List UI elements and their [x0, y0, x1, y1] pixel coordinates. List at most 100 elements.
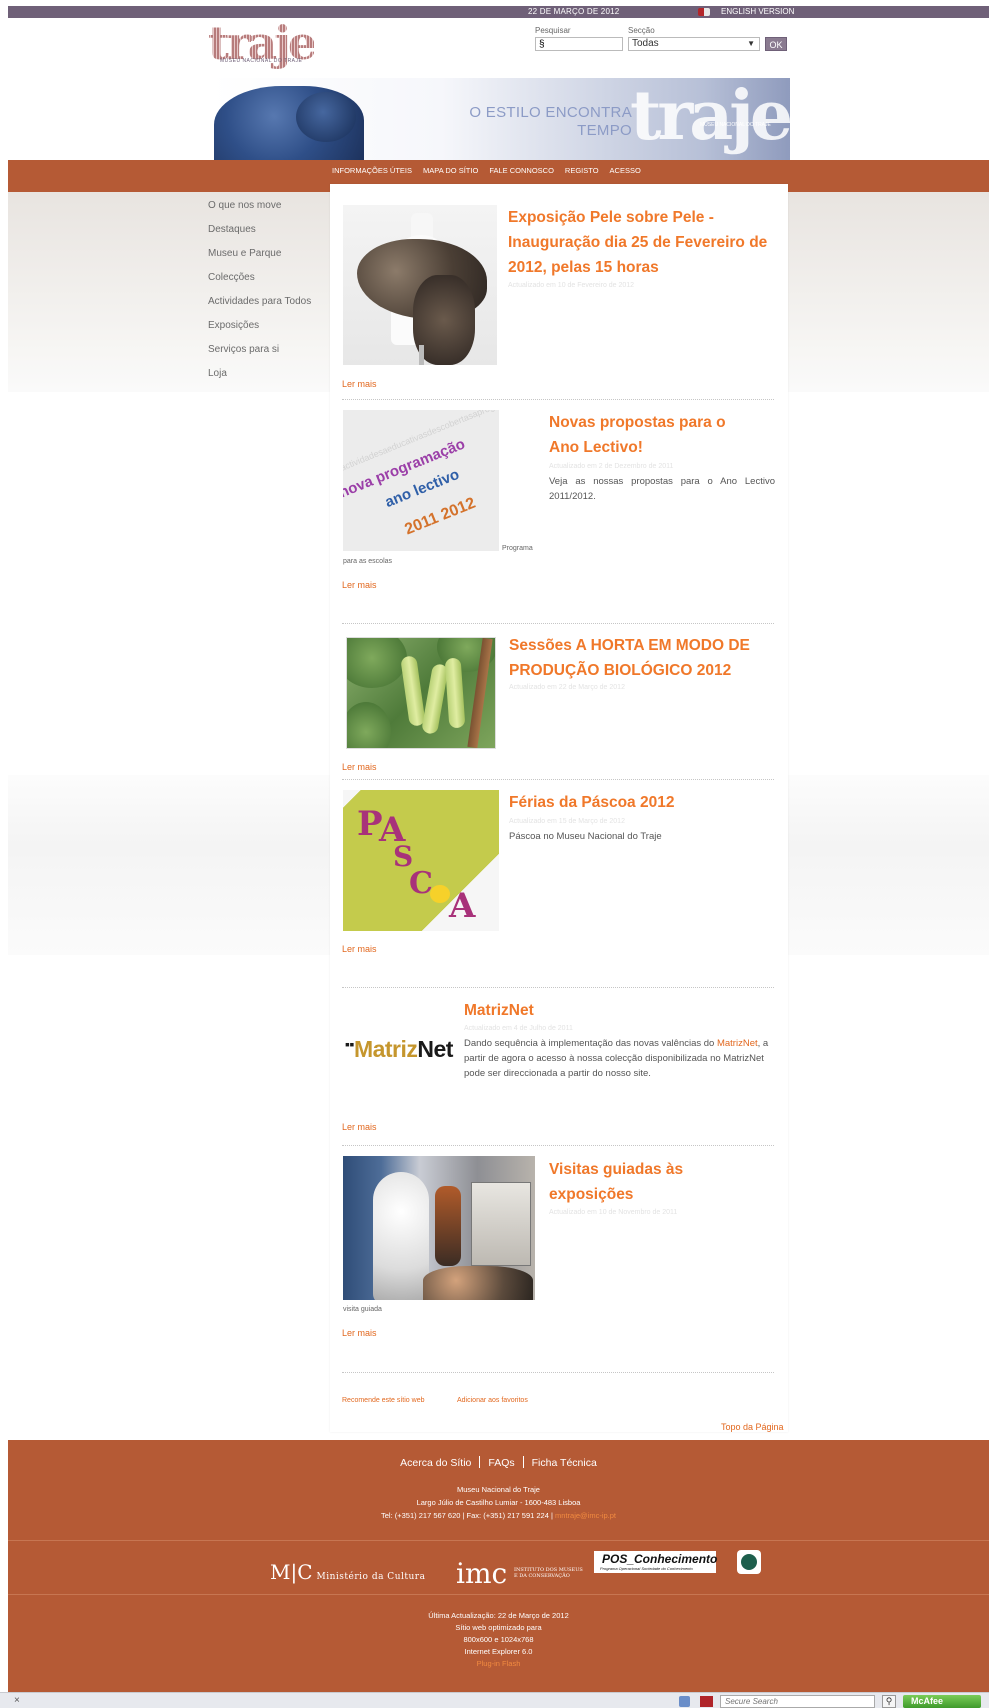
sidebar-item-o-que-nos-move[interactable]: O que nos move	[208, 200, 281, 211]
close-icon[interactable]: ×	[14, 1695, 20, 1706]
footer-museum-name: Museu Nacional do Traje	[457, 1485, 540, 1494]
banner-brand-subtitle: MUSEU NACIONAL DO TRAJE	[700, 122, 771, 128]
nav-fale-connosco[interactable]: FALE CONNOSCO	[489, 166, 554, 175]
footer-email-link[interactable]: mntraje@imc-ip.pt	[555, 1511, 616, 1520]
footer-phone-line: Tel: (+351) 217 567 620 | Fax: (+351) 21…	[8, 1509, 989, 1522]
nav-mapa-do-sitio[interactable]: MAPA DO SÍTIO	[423, 166, 478, 175]
uk-flag-icon[interactable]	[698, 8, 710, 16]
nav-informacoes-uteis[interactable]: INFORMAÇÕES ÚTEIS	[332, 166, 412, 175]
leaf	[347, 638, 407, 688]
image-word-year: 2011 2012	[402, 494, 479, 539]
optimized-line-3: Internet Explorer 6.0	[464, 1647, 533, 1656]
section-label: Secção	[628, 26, 655, 35]
footer-link-faqs[interactable]: FAQs	[488, 1457, 514, 1469]
optimized-line-2: 800x600 e 1024x768	[463, 1635, 534, 1644]
sidebar-item-loja[interactable]: Loja	[208, 368, 227, 379]
read-more-link[interactable]: Ler mais	[342, 379, 377, 389]
back-to-top-link[interactable]: Topo da Página	[721, 1422, 784, 1432]
ministerio-cultura-logo[interactable]: M|C Ministério da Cultura	[270, 1560, 425, 1584]
sidebar-item-servicos[interactable]: Serviços para si	[208, 344, 279, 355]
footer-divider	[8, 1594, 989, 1595]
footer-site-info: Última Actualização: 22 de Março de 2012…	[8, 1610, 989, 1670]
divider	[342, 1145, 774, 1146]
display-case	[471, 1182, 531, 1266]
footer-phone-fax: Tel: (+351) 217 567 620 | Fax: (+351) 21…	[381, 1511, 553, 1520]
footer: Acerca do Sítio FAQs Ficha Técnica Museu N…	[8, 1440, 989, 1692]
footer-link-ficha-tecnica[interactable]: Ficha Técnica	[532, 1457, 597, 1469]
top-navigation: INFORMAÇÕES ÚTEIS MAPA DO SÍTIO FALE CON…	[332, 166, 641, 175]
english-version-link[interactable]: ENGLISH VERSION	[721, 7, 794, 16]
article-updated: Actualizado em 10 de Novembro de 2011	[549, 1209, 678, 1216]
divider	[342, 987, 774, 988]
sidebar-item-coleccoes[interactable]: Colecções	[208, 272, 255, 283]
matriznet-link[interactable]: MatrizNet	[717, 1038, 758, 1049]
description-text: Dando sequência à implementação das nova…	[464, 1038, 717, 1049]
search-label: Pesquisar	[535, 26, 571, 35]
separator	[479, 1456, 481, 1468]
secure-search-input[interactable]	[720, 1695, 875, 1708]
slogan-line-2: TEMPO	[577, 122, 632, 139]
matriznet-logo-prefix: Matriz	[353, 1036, 418, 1062]
flash-plugin-link[interactable]: Plug-in Flash	[8, 1658, 989, 1670]
add-favorites-link[interactable]: Adicionar aos favoritos	[457, 1397, 528, 1404]
optimized-line-1: Sítio web optimizado para	[455, 1623, 542, 1632]
footer-contact: Museu Nacional do Traje Largo Júlio de C…	[8, 1483, 989, 1522]
article-title-pele-sobre-pele[interactable]: Exposição Pele sobre Pele - Inauguração …	[508, 205, 778, 280]
article-title-horta[interactable]: Sessões A HORTA EM MODO DE PRODUÇÃO BIOL…	[509, 633, 781, 683]
sidebar-item-exposicoes[interactable]: Exposições	[208, 320, 259, 331]
footer-link-acerca[interactable]: Acerca do Sítio	[400, 1457, 471, 1469]
search-input[interactable]	[535, 37, 623, 51]
sidebar-item-actividades[interactable]: Actividades para Todos	[208, 296, 311, 307]
article-updated: Actualizado em 10 de Fevereiro de 2012	[508, 282, 635, 289]
pos-title: POS_Conhecimento	[602, 1552, 718, 1566]
programacao-image[interactable]: cotasactividadesaeducativasdescobertasap…	[343, 410, 499, 551]
page-icon[interactable]	[679, 1696, 690, 1707]
pos-subtitle: Programa Operacional Sociedade do Conhec…	[600, 1566, 693, 1571]
eu-emblem-icon	[741, 1554, 757, 1570]
footer-nav: Acerca do Sítio FAQs Ficha Técnica	[8, 1456, 989, 1469]
top-bar: 22 DE MARÇO DE 2012 ENGLISH VERSION	[8, 6, 989, 18]
logo-subtitle: MUSEU NACIONAL DO TRAJE	[220, 58, 303, 64]
separator	[522, 1456, 524, 1468]
article-title-matriznet[interactable]: MatrizNet	[464, 998, 764, 1023]
nav-acesso[interactable]: ACESSO	[610, 166, 641, 175]
white-dress	[373, 1172, 429, 1300]
guided-visit-image[interactable]	[343, 1156, 535, 1300]
site-logo[interactable]: traje MUSEU NACIONAL DO TRAJE	[208, 16, 323, 76]
article-title-visitas-guiadas[interactable]: Visitas guiadas às exposições	[549, 1157, 769, 1207]
pos-conhecimento-logo[interactable]: POS_Conhecimento Programa Operacional So…	[594, 1551, 718, 1573]
search-ok-button[interactable]: OK	[765, 37, 787, 51]
article-title-ferias-pascoa[interactable]: Férias da Páscoa 2012	[509, 790, 769, 815]
matriznet-logo[interactable]: ▪▪MatrizNet	[345, 1036, 453, 1063]
divider	[342, 779, 774, 780]
fur-stole-image[interactable]	[343, 205, 497, 365]
children-group	[423, 1266, 533, 1300]
imc-logo[interactable]: imc INSTITUTO DOS MUSEUS E DA CONSERVAÇÃ…	[456, 1557, 583, 1590]
background-words: cotasactividadesaeducativasdescobertasap…	[343, 410, 499, 482]
bean-pod	[400, 655, 426, 727]
eu-logo[interactable]	[737, 1550, 761, 1574]
pascoa-image[interactable]: P A S C A	[343, 790, 499, 931]
read-more-link[interactable]: Ler mais	[342, 1122, 377, 1132]
shield-icon[interactable]	[700, 1696, 713, 1707]
article-title-novas-propostas[interactable]: Novas propostas para o Ano Lectivo!	[549, 410, 749, 460]
footer-divider	[8, 1540, 989, 1541]
hero-banner: O ESTILO ENCONTRA TEMPO traje MUSEU NACI…	[210, 78, 790, 160]
sidebar-item-destaques[interactable]: Destaques	[208, 224, 256, 235]
read-more-link[interactable]: Ler mais	[342, 1328, 377, 1338]
recommend-link[interactable]: Recomende este sítio web	[342, 1397, 425, 1404]
mcafee-button[interactable]: McAfee	[903, 1695, 981, 1708]
image-caption-continued: para as escolas	[343, 558, 393, 565]
mc-text: Ministério da Cultura	[316, 1572, 426, 1582]
read-more-link[interactable]: Ler mais	[342, 580, 377, 590]
sidebar-item-museu-e-parque[interactable]: Museu e Parque	[208, 248, 281, 259]
matriznet-logo-suffix: Net	[417, 1036, 453, 1062]
blue-rose-image	[296, 92, 356, 142]
read-more-link[interactable]: Ler mais	[342, 762, 377, 772]
nav-registo[interactable]: REGISTO	[565, 166, 599, 175]
beans-image[interactable]	[346, 637, 496, 749]
section-select[interactable]: Todas ▼	[628, 37, 760, 51]
search-icon[interactable]: ⚲	[882, 1695, 896, 1708]
read-more-link[interactable]: Ler mais	[342, 944, 377, 954]
slogan-line-1: O ESTILO ENCONTRA	[469, 104, 632, 121]
